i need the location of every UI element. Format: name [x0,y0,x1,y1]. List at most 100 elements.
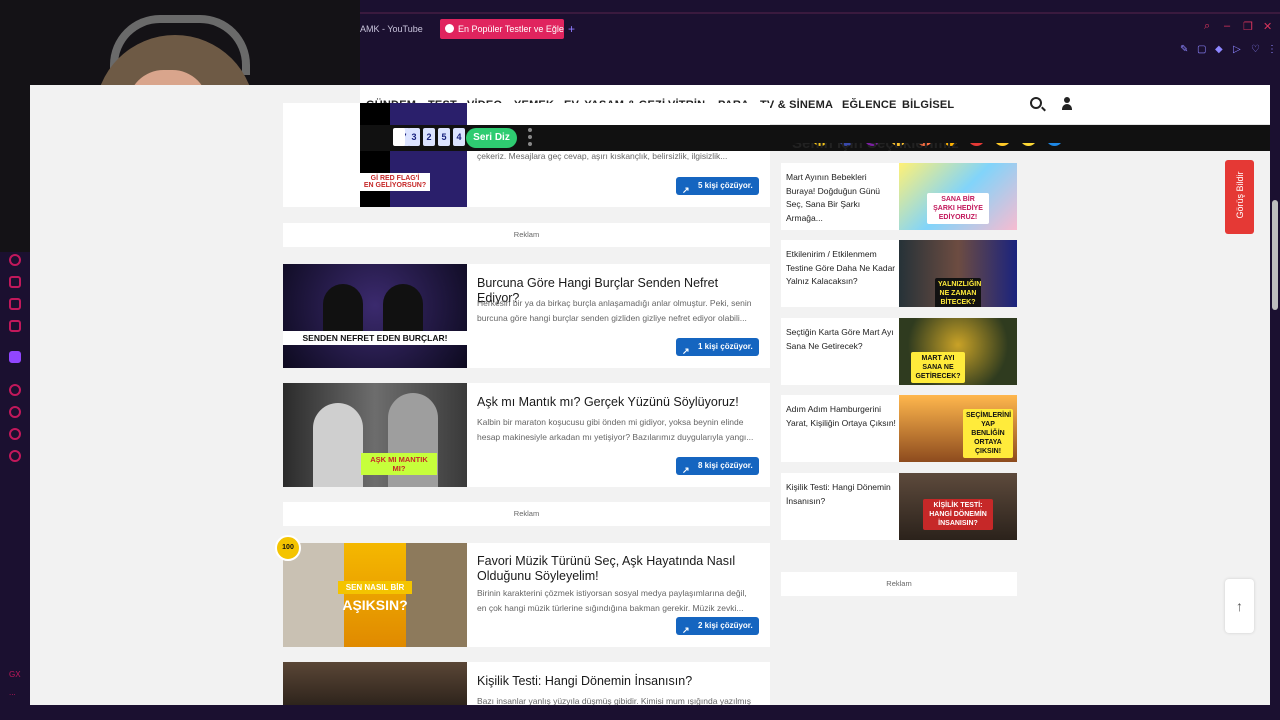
sidebar-card-title[interactable]: Mart Ayının Bebekleri Buraya! Doğduğun G… [786,171,896,225]
thumb-label: AŞIKSIN? [342,597,408,613]
trending-icon: ↗ [682,465,690,475]
menu-icon[interactable]: ⋮ [1267,44,1277,55]
seri-diz-button[interactable]: Seri Diz [466,128,517,148]
bottom-frame [0,705,1280,720]
tab-active[interactable]: En Popüler Testler ve Eğle [440,19,564,39]
quiz-bar-overlay [781,125,1270,143]
sticker-badge: 100 [275,535,301,561]
messages-icon[interactable] [9,428,21,440]
tab-label: En Popüler Testler ve Eğle [458,24,564,34]
article-card-donem[interactable]: Kişilik Testi: Hangi Dönemin İnsanısın? … [283,662,770,706]
player-sidebar-icon[interactable] [9,384,21,396]
sidebar-thumb: YALNIZLIĞIN NE ZAMAN BİTECEK? [899,240,1017,307]
scrollbar-track [1270,85,1280,705]
nav-bilgisel[interactable]: BİLGİSEL [902,99,954,111]
chrome-divider [360,12,1280,14]
sidebar-thumb: SEÇİMLERİNİ YAP BENLİĞİN ORTAYA ÇIKSIN! [899,395,1017,462]
snapshot-icon[interactable]: ▢ [1197,44,1206,55]
sidebar-card[interactable]: Adım Adım Hamburgerini Yarat, Kişiliğin … [781,395,1017,462]
solving-badge[interactable]: ↗ 2 kişi çözüyor. [676,617,759,635]
sidebar-card-title[interactable]: Kişilik Testi: Hangi Dönemin İnsanısın? [786,481,896,508]
thumb-label: Gİ RED FLAG'İ EN GELİYORSUN? [360,173,430,191]
thumb-label: SENDEN NEFRET EDEN BURÇLAR! [283,331,467,345]
tile [393,128,405,146]
heart-icon[interactable]: ♡ [1251,44,1260,55]
tile: 4 [453,128,465,146]
feedback-label: Görüş Bildir [1235,171,1245,219]
pin-icon[interactable]: ✎ [1180,44,1188,55]
scroll-top-button[interactable]: ↑ [1225,579,1254,633]
maximize-icon[interactable]: ❐ [1243,20,1253,33]
article-desc: Birinin karakterini çözmek istiyorsan so… [477,588,747,613]
drag-handle-icon[interactable] [528,128,532,148]
solving-badge[interactable]: ↗ 5 kişi çözüyor. [676,177,759,195]
bag-icon[interactable] [9,276,21,288]
trending-icon: ↗ [682,625,690,635]
search-tabs-icon[interactable]: ⌕ [1204,20,1210,33]
article-thumb [283,662,467,705]
sidebar-thumb-label: MART AYI SANA NE GETİRECEK? [911,352,965,383]
article-thumb: SENDEN NEFRET EDEN BURÇLAR! [283,264,467,368]
sidebar-card-title[interactable]: Etkilenirim / Etkilenmem Testine Göre Da… [786,248,896,289]
user-icon[interactable] [1062,97,1072,111]
sidebar-card-title[interactable]: Adım Adım Hamburgerini Yarat, Kişiliğin … [786,403,896,430]
sidebar-thumb-label: KİŞİLİK TESTİ: HANGİ DÖNEMİN İNSANISIN? [923,499,993,530]
gx-label: GX [9,670,21,679]
tile: 2 [423,128,435,146]
sidebar-thumb: MART AYI SANA NE GETİRECEK? [899,318,1017,385]
nav-tv-sinema[interactable]: TV & SİNEMA [760,99,833,111]
article-card-muzik[interactable]: SEN NASIL BİR AŞIKSIN? 100 Favori Müzik … [275,535,770,647]
solving-badge[interactable]: ↗ 1 kişi çözüyor. [676,338,759,356]
article-card-burc[interactable]: SENDEN NEFRET EDEN BURÇLAR! Burcuna Göre… [283,264,770,368]
solving-badge[interactable]: ↗ 8 kişi çözüyor. [676,457,759,475]
sidebar-thumb: SANA BİR ŞARKI HEDİYE EDİYORUZ! [899,163,1017,230]
article-title[interactable]: Aşk mı Mantık mı? Gerçek Yüzünü Söylüyor… [477,395,762,410]
sidebar-card[interactable]: Kişilik Testi: Hangi Dönemin İnsanısın? … [781,473,1017,540]
tile: 5 [438,128,450,146]
article-card-top[interactable]: Gİ RED FLAG'İ EN GELİYORSUN? çekeriz. Me… [283,103,770,207]
sidebar-card[interactable]: Etkilenirim / Etkilenmem Testine Göre Da… [781,240,1017,307]
number-tiles: 7 3 2 5 4 [393,128,465,146]
speed-dial-icon[interactable] [9,254,21,266]
sidebar-thumb-label: YALNIZLIĞIN NE ZAMAN BİTECEK? [935,278,981,307]
solving-count: 2 kişi çözüyor. [698,621,753,630]
history-icon[interactable] [9,406,21,418]
article-thumb: SEN NASIL BİR AŞIKSIN? [283,543,467,647]
close-window-icon[interactable]: ✕ [1263,20,1272,33]
nav-eglence[interactable]: EĞLENCE [842,99,897,111]
player-icon[interactable]: ▷ [1233,44,1241,55]
trending-icon: ↗ [682,185,690,195]
sidebar-card[interactable]: Mart Ayının Bebekleri Buraya! Doğduğun G… [781,163,1017,230]
shield-icon[interactable]: ◆ [1215,44,1223,55]
feedback-button[interactable]: Görüş Bildir [1225,160,1254,234]
tab-youtube[interactable]: AMK - YouTube [360,19,435,39]
scrollbar-thumb[interactable] [1272,200,1278,310]
solving-count: 8 kişi çözüyor. [698,461,753,470]
solving-count: 5 kişi çözüyor. [698,181,753,190]
article-desc: Herkesin bir ya da birkaç burçla anlaşam… [477,298,752,323]
sidebar-card-title[interactable]: Seçtiğin Karta Göre Mart Ayı Sana Ne Get… [786,326,896,353]
tab-favicon-icon [445,24,454,33]
sidebar-ad-slot: Reklam [781,572,1017,596]
messenger-icon[interactable] [9,320,21,332]
settings-icon[interactable] [9,450,21,462]
ad-slot: Reklam [283,502,770,526]
article-desc: çekeriz. Mesajlara geç cevap, aşırı kısk… [477,151,728,161]
article-desc: Kalbin bir maraton koşucusu gibi önden m… [477,417,754,442]
sidebar-thumb-label: SEÇİMLERİNİ YAP BENLİĞİN ORTAYA ÇIKSIN! [963,409,1013,458]
article-card-ask-mantik[interactable]: AŞK MI MANTIK MI? Aşk mı Mantık mı? Gerç… [283,383,770,487]
browser-sidebar: GX ... [0,252,30,720]
article-title[interactable]: Kişilik Testi: Hangi Dönemin İnsanısın? [477,674,762,689]
twitch-icon[interactable] [9,351,21,363]
ad-slot: Reklam [283,223,770,247]
chat-icon[interactable] [9,298,21,310]
search-icon[interactable] [1030,97,1042,109]
article-title[interactable]: Favori Müzik Türünü Seç, Aşk Hayatında N… [477,554,762,584]
minimize-icon[interactable]: – [1224,20,1230,32]
article-thumb: Gİ RED FLAG'İ EN GELİYORSUN? [360,103,467,207]
new-tab-button[interactable]: + [568,19,575,39]
tile: 3 [408,128,420,146]
more-icon[interactable]: ... [9,688,16,697]
article-thumb: AŞK MI MANTIK MI? [283,383,467,487]
sidebar-card[interactable]: Seçtiğin Karta Göre Mart Ayı Sana Ne Get… [781,318,1017,385]
